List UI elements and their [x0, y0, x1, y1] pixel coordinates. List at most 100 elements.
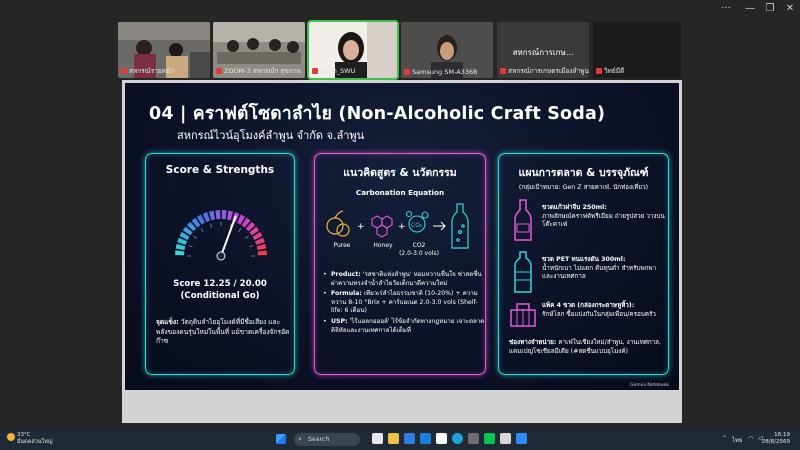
participant-tile[interactable]: ZOOM-3 สหกรณ์ฯ สุขภาพ [213, 22, 305, 78]
participant-tile[interactable]: Samsung SM-A336B [401, 22, 493, 78]
gauge-segment [208, 210, 216, 221]
app-icon[interactable] [500, 433, 511, 444]
presentation-slide: 04 | คราฟต์โซดาลำไย (Non-Alcoholic Craft… [125, 83, 679, 390]
gauge-segments [175, 210, 267, 256]
participant-tile[interactable]: สหกรณ์การเกษ... สหกรณ์การเกษตรเมืองลำพูน [497, 22, 589, 78]
window-titlebar: ··· — ❐ ✕ [0, 0, 800, 18]
gauge-segment [257, 250, 267, 256]
edge-icon[interactable] [452, 433, 463, 444]
co2-note: (2.0-3.0 vols) [399, 250, 439, 257]
participant-name: ZOOM-3 สหกรณ์ฯ สุขภาพ [216, 66, 301, 76]
line-icon[interactable] [484, 433, 495, 444]
co2-label: CO2 [412, 242, 426, 249]
score-card: Score & Strengths Score 12.25 / 20.00 (C… [145, 153, 295, 375]
more-options-button[interactable]: ··· [718, 3, 734, 15]
pet-bottle-icon [514, 251, 532, 293]
clock-date: 28/8/2569 [761, 439, 790, 445]
package-title: แพ็ค 4 ขวด (กล่องกระดาษหูหิ้ว): [542, 302, 635, 309]
bullet-text: 'ไร้แอลกอฮอล์' ไร้ข้อจำกัดทางกฎหมาย เจาะ… [331, 317, 485, 334]
gauge-tick [200, 228, 204, 232]
participant-name-text: สหกรณ์การเกษตรเมืองลำพูน [508, 67, 589, 75]
maximize-button[interactable]: ❐ [762, 3, 778, 15]
score-card-heading: Score & Strengths [165, 164, 275, 176]
package-desc: รักษ์โลก ซื้อแบ่งกันในกลุ่มเพื่อน/ครอบคร… [542, 310, 656, 318]
search-box[interactable]: ⌕ Search [294, 433, 360, 446]
marketing-card: แผนการตลาด & บรรจุภัณฑ์ (กลุ่มเป้าหมาย: … [498, 153, 669, 375]
participant-name: Samsung SM-A336B [404, 68, 478, 76]
bullet-label: Formula: [331, 290, 362, 298]
weather-widget[interactable]: 33°C มีแดดส่วนใหญ่ [7, 432, 53, 446]
file-explorer-icon[interactable] [388, 433, 399, 444]
weather-desc: มีแดดส่วนใหญ่ [17, 439, 53, 445]
gauge-segment [175, 250, 185, 256]
gauge-chart [175, 210, 267, 261]
package-title: ขวดแก้วฝาจีบ 250ml: [542, 204, 607, 211]
notebook-watermark: Gemini Notebook [629, 383, 669, 388]
bullet-label: Product: [331, 271, 361, 278]
gauge-segment [256, 243, 267, 251]
score-status: (Conditional Go) [180, 291, 260, 301]
score-value: Score 12.25 / 20.00 [173, 279, 267, 289]
wifi-icon[interactable]: ◠ [748, 435, 753, 442]
chrome-icon[interactable] [436, 433, 447, 444]
gauge-segment [226, 210, 234, 221]
sun-icon [7, 433, 15, 441]
participant-name-center: สหกรณ์การเกษ... [512, 48, 574, 57]
participant-name-text: สหกรณ์รายหน้า [129, 67, 175, 75]
gauge-segment [175, 243, 186, 251]
sales-channel: ช่องทางจำหน่าย: คาเฟ่ในเชียงใหม่/ลำพูน, … [509, 339, 667, 356]
package-item: ขวด PET ทนแรงดัน 300ml: น้ำหนักเบา ไม่แต… [542, 256, 666, 282]
task-view-icon[interactable] [372, 433, 383, 444]
slide-title: 04 | คราฟต์โซดาลำไย (Non-Alcoholic Craft… [149, 104, 606, 124]
bullet-item: Product: 'รสชาติแห่งลำพูน' หอมหวานชื่นใจ… [323, 271, 485, 288]
strength-label: จุดแข็ง: [156, 318, 179, 326]
mic-muted-icon [500, 68, 506, 74]
slide-subtitle: สหกรณ์ไวน์อุโมงค์ลำพูน จำกัด จ.ลำพูน [177, 129, 365, 142]
start-icon[interactable] [276, 434, 286, 444]
mic-muted-icon [216, 68, 222, 74]
longan-icon [326, 210, 350, 237]
gauge-segment [215, 210, 221, 220]
gauge-segment [221, 210, 227, 220]
strength-text: จุดแข็ง: วัตถุดิบลำไยอุโมงค์ที่มีชื่อเสี… [156, 318, 290, 347]
gauge-tick [238, 228, 242, 232]
store-icon[interactable] [420, 433, 431, 444]
package-desc: น้ำหนักเบา ไม่แตก ต้นทุนต่ำ สำหรับพกพาแล… [542, 264, 657, 281]
participant-name: บันทึก_SWU [312, 66, 355, 76]
participant-name: สหกรณ์การเกษตรเมืองลำพูน [500, 66, 589, 76]
gauge-tick [245, 235, 249, 239]
mic-muted-icon [596, 68, 602, 74]
chevron-up-icon[interactable]: ⌃ [722, 435, 727, 442]
meeting-window: ··· — ❐ ✕ สหกรณ์รายหน้า ZOOM-3 สหกรณ์ฯ ส… [0, 0, 800, 450]
taskbar: 33°C มีแดดส่วนใหญ่ ⌕ Search ⌃ ไทย ◠ ◁ 16… [0, 428, 800, 450]
participant-name-text: ZOOM-3 สหกรณ์ฯ สุขภาพ [224, 67, 301, 75]
app-icon[interactable] [468, 433, 479, 444]
clock[interactable]: 16:19 28/8/2569 [762, 432, 790, 446]
participant-name: วิทย์มีดี [596, 66, 624, 76]
minimize-button[interactable]: — [742, 3, 758, 15]
score-text: Score 12.25 / 20.00 (Conditional Go) [146, 278, 294, 302]
language-indicator[interactable]: ไทย [732, 435, 743, 445]
formula-card: แนวคิดสูตร & นวัตกรรม Carbonation Equati… [314, 153, 486, 375]
zoom-icon[interactable] [516, 433, 527, 444]
plus-sign: + [357, 222, 365, 232]
arrow-icon [433, 221, 446, 231]
gauge-tick [210, 223, 213, 228]
co2-bubbles-icon: CO₂ [405, 210, 429, 233]
participant-tile-active[interactable]: บันทึก_SWU [307, 20, 399, 80]
shared-screen: 04 | คราฟต์โซดาลำไย (Non-Alcoholic Craft… [122, 80, 682, 423]
close-button[interactable]: ✕ [782, 3, 798, 15]
participant-tile[interactable]: วิทย์มีดี [593, 22, 681, 78]
participant-name: สหกรณ์รายหน้า [121, 66, 174, 76]
package-title: ขวด PET ทนแรงดัน 300ml: [542, 256, 626, 263]
puree-label: Puree [333, 242, 351, 249]
participant-name-text: บันทึก_SWU [320, 67, 356, 75]
mic-muted-icon [404, 69, 410, 75]
gauge-hub [216, 251, 226, 261]
participant-tile[interactable]: สหกรณ์รายหน้า [118, 22, 210, 78]
channel-label: ช่องทางจำหน่าย: [509, 339, 557, 346]
package-desc: ภาพลักษณ์คราฟต์พรีเมียม ถ่ายรูปสวย วางบน… [542, 212, 665, 229]
mail-icon[interactable] [404, 433, 415, 444]
clock-time: 16:19 [774, 432, 790, 438]
honey-label: Honey [373, 242, 393, 249]
